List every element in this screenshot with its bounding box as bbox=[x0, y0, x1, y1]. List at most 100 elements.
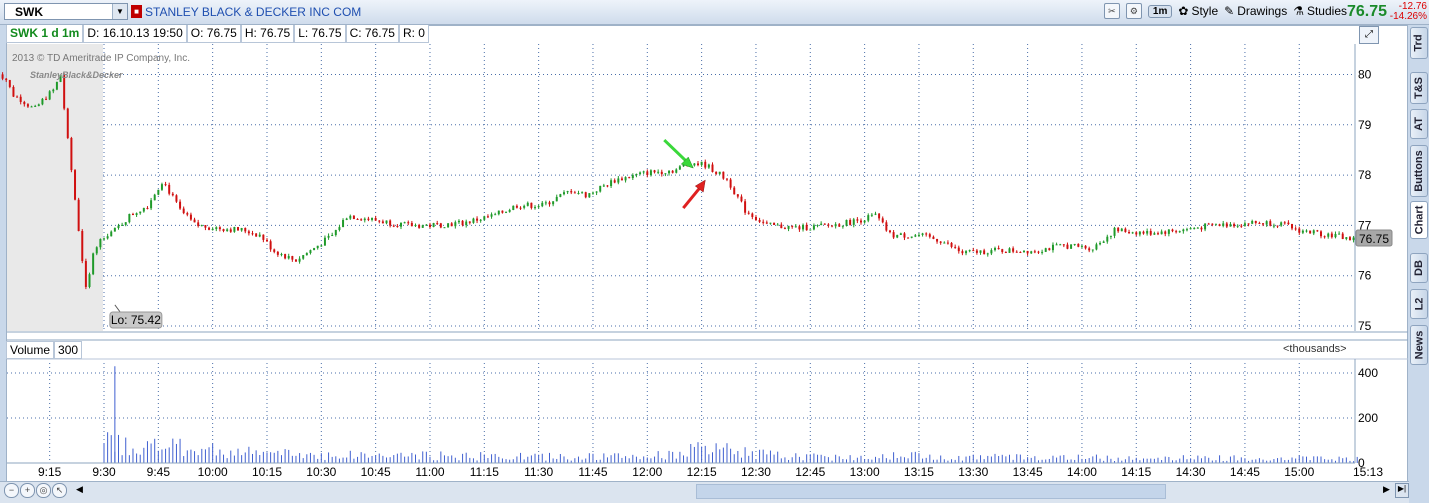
candle-body bbox=[1258, 222, 1261, 224]
candle-body bbox=[88, 274, 91, 287]
candle-body bbox=[961, 251, 964, 254]
time-tick-label: 14:00 bbox=[1067, 465, 1097, 479]
candle-body bbox=[77, 199, 80, 232]
candle-body bbox=[70, 137, 73, 171]
candle-body bbox=[175, 195, 178, 202]
time-tick-label: 10:15 bbox=[252, 465, 282, 479]
time-tick-label: 13:45 bbox=[1013, 465, 1043, 479]
candle-body bbox=[812, 225, 815, 230]
candle-body bbox=[1276, 225, 1279, 227]
candle-body bbox=[1196, 227, 1199, 229]
candle-body bbox=[309, 250, 312, 254]
candle-body bbox=[103, 238, 105, 240]
candle-body bbox=[968, 250, 971, 252]
candle-body bbox=[1225, 223, 1228, 227]
candle-body bbox=[802, 224, 805, 230]
candle-body bbox=[1142, 231, 1145, 234]
time-tick-label: 14:45 bbox=[1230, 465, 1260, 479]
scroll-right-icon[interactable]: ▶ bbox=[1383, 484, 1390, 495]
candle-body bbox=[5, 78, 8, 81]
candle-body bbox=[1113, 227, 1116, 236]
tab-at[interactable]: AT bbox=[1410, 109, 1428, 139]
candle-body bbox=[298, 258, 301, 262]
candle-body bbox=[1272, 225, 1275, 227]
candle-body bbox=[1070, 244, 1073, 249]
volume-tick-label: 400 bbox=[1358, 366, 1378, 380]
volume-header: Volume 300 bbox=[6, 341, 83, 359]
candle-body bbox=[519, 207, 522, 209]
candle-body bbox=[1312, 230, 1315, 234]
scroll-left-icon[interactable]: ◀ bbox=[76, 484, 83, 495]
candle-body bbox=[859, 220, 862, 223]
candle-body bbox=[867, 215, 870, 221]
candle-body bbox=[874, 213, 877, 215]
candle-body bbox=[1305, 230, 1308, 232]
candle-body bbox=[831, 225, 834, 227]
candle-body bbox=[146, 207, 149, 209]
candle-body bbox=[892, 232, 895, 238]
candle-body bbox=[436, 223, 439, 225]
candle-body bbox=[378, 220, 381, 222]
tab-buttons[interactable]: Buttons bbox=[1410, 145, 1428, 197]
candle-body bbox=[541, 202, 544, 207]
candle-body bbox=[885, 222, 888, 231]
candle-body bbox=[12, 86, 15, 97]
candle-body bbox=[718, 171, 721, 174]
candle-body bbox=[744, 201, 747, 213]
tab-news[interactable]: News bbox=[1410, 325, 1428, 365]
tab-time-sales[interactable]: T&S bbox=[1410, 72, 1428, 104]
candle-body bbox=[849, 219, 852, 225]
candle-body bbox=[932, 236, 935, 239]
candle-body bbox=[439, 223, 442, 228]
zoom-in-icon[interactable]: + bbox=[20, 483, 35, 498]
cursor-icon[interactable]: ↖ bbox=[52, 483, 67, 498]
candle-body bbox=[407, 222, 410, 224]
candle-body bbox=[255, 233, 258, 237]
candle-body bbox=[37, 104, 40, 106]
candle-body bbox=[131, 213, 134, 215]
side-tabs: Trd T&S AT Buttons Chart DB L2 News bbox=[1409, 25, 1429, 495]
tab-chart[interactable]: Chart bbox=[1410, 201, 1428, 239]
candle-body bbox=[447, 223, 450, 228]
candle-body bbox=[1287, 222, 1290, 225]
tab-l2[interactable]: L2 bbox=[1410, 289, 1428, 319]
candle-body bbox=[693, 163, 696, 166]
price-tick-label: 79 bbox=[1358, 118, 1372, 132]
info-range: R: 0 bbox=[398, 25, 429, 43]
candle-body bbox=[1153, 233, 1156, 235]
candle-body bbox=[457, 220, 460, 223]
price-tick-label: 75 bbox=[1358, 319, 1372, 333]
candle-body bbox=[1120, 228, 1123, 232]
candle-body bbox=[1323, 236, 1326, 238]
candle-body bbox=[1048, 248, 1051, 251]
tab-db[interactable]: DB bbox=[1410, 253, 1428, 283]
candle-body bbox=[707, 164, 710, 168]
candle-body bbox=[581, 192, 584, 194]
zoom-out-icon[interactable]: − bbox=[4, 483, 19, 498]
candle-body bbox=[660, 171, 663, 175]
candle-body bbox=[957, 247, 960, 252]
price-chart[interactable]: 9:15 9:30 9:45 10:00 10:15 10:30 10:45 11:00 11:… bbox=[0, 0, 1429, 502]
candle-body bbox=[1030, 251, 1033, 254]
scrollbar-thumb[interactable] bbox=[696, 484, 1166, 499]
candle-body bbox=[1327, 233, 1330, 237]
candle-body bbox=[809, 229, 812, 231]
price-tick-label: 80 bbox=[1358, 68, 1372, 82]
candle-body bbox=[1207, 223, 1210, 225]
info-low: L: 76.75 bbox=[294, 25, 346, 43]
expand-icon[interactable]: ⤢ bbox=[1359, 26, 1379, 44]
candle-body bbox=[816, 225, 819, 227]
candle-body bbox=[631, 175, 634, 179]
zoom-fit-icon[interactable]: ◎ bbox=[36, 483, 51, 498]
copyright-text: 2013 © TD Ameritrade IP Company, Inc. bbox=[12, 53, 191, 64]
candle-body bbox=[342, 219, 345, 228]
info-date: D: 16.10.13 19:50 bbox=[83, 25, 187, 43]
tab-trd[interactable]: Trd bbox=[1410, 27, 1428, 59]
candle-body bbox=[1294, 228, 1297, 230]
candle-body bbox=[508, 209, 511, 212]
scroll-end-icon[interactable]: ▶| bbox=[1395, 483, 1409, 498]
candle-body bbox=[345, 218, 348, 220]
time-tick-label: 11:45 bbox=[578, 465, 607, 479]
candle-body bbox=[55, 81, 58, 90]
candle-body bbox=[476, 218, 479, 221]
